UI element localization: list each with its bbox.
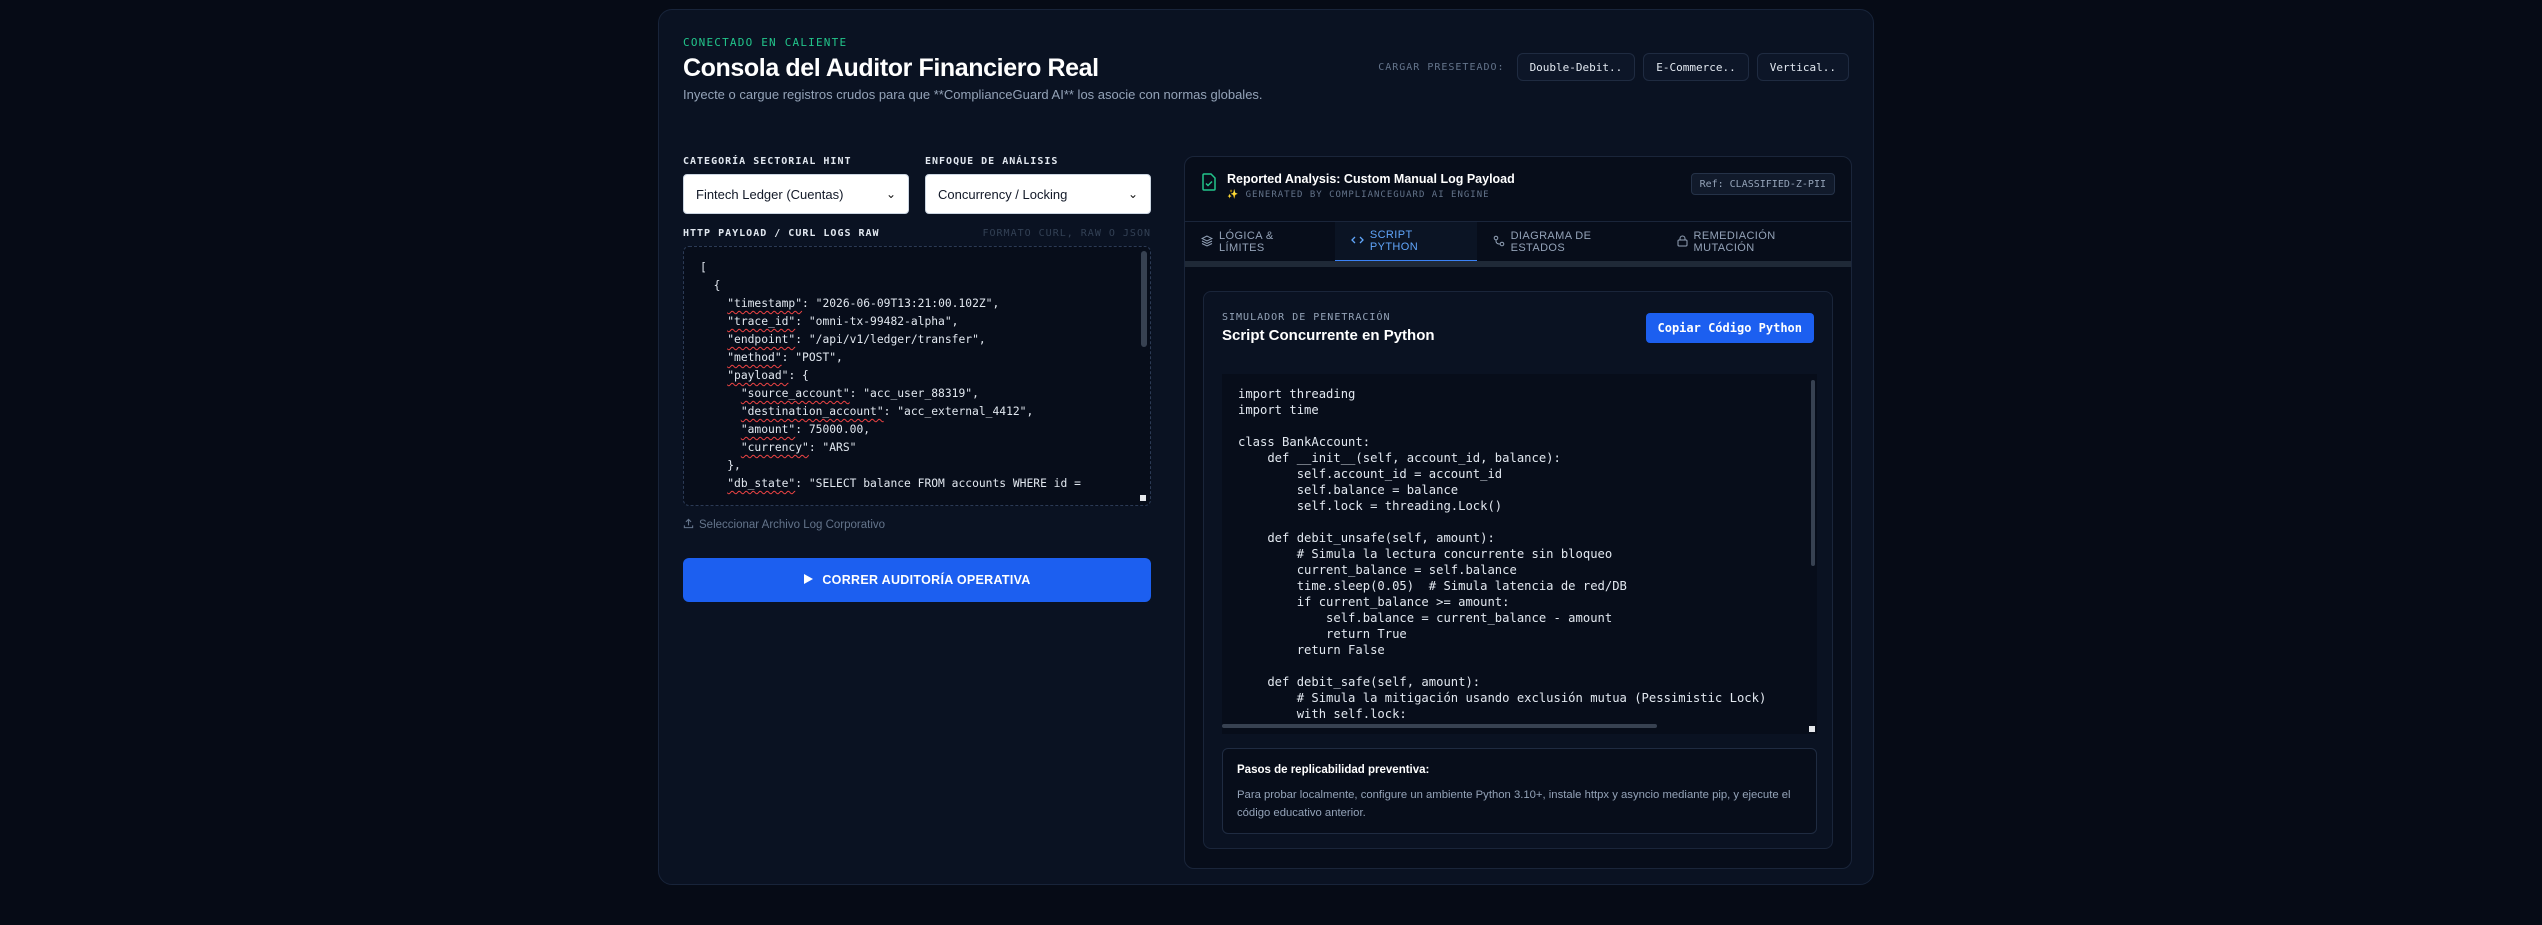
upload-log-link[interactable]: Seleccionar Archivo Log Corporativo [683,518,885,532]
tab-remediacion-mutacion[interactable]: REMEDIACIÓN MUTACIÓN [1661,222,1851,262]
sector-label: CATEGORÍA SECTORIAL HINT [683,156,852,167]
resize-handle[interactable] [1140,495,1146,501]
console-shell: CONECTADO EN CALIENTE Consola del Audito… [658,9,1874,885]
payload-header: HTTP PAYLOAD / CURL LOGS RAW FORMATO CUR… [683,228,1151,242]
panel-title: Reported Analysis: Custom Manual Log Pay… [1227,172,1515,186]
tab-diagrama-estados[interactable]: DIAGRAMA DE ESTADOS [1477,222,1661,262]
tab-script-python[interactable]: SCRIPT PYTHON [1334,222,1477,262]
panel-tabs: LÓGICA & LÍMITES SCRIPT PYTHON DIAGRAMA … [1185,221,1851,262]
connection-status: CONECTADO EN CALIENTE [683,36,848,49]
layers-icon [1200,234,1214,250]
tabs-scrollbar[interactable] [1185,261,1851,267]
route-icon [1493,235,1505,250]
simulator-kicker: SIMULADOR DE PENETRACIÓN [1222,312,1391,323]
sparkle-icon: ✨ [1227,190,1240,200]
tab-logica-limites[interactable]: LÓGICA & LÍMITES [1185,222,1335,262]
python-code: import threading import time class BankA… [1238,387,1767,721]
preset-bar: CARGAR PRESETEADO: Double-Debit.. E-Comm… [1378,53,1849,81]
upload-label: Seleccionar Archivo Log Corporativo [699,519,886,531]
document-check-icon [1201,173,1217,196]
ref-badge: Ref: CLASSIFIED-Z-PII [1690,173,1835,195]
focus-label: ENFOQUE DE ANÁLISIS [925,156,1059,167]
upload-icon [683,518,694,532]
steps-title: Pasos de replicabilidad preventiva: [1237,764,1430,776]
preset-button-e-commerce[interactable]: E-Commerce.. [1643,53,1749,81]
replicability-steps: Pasos de replicabilidad preventiva: Para… [1222,748,1817,834]
page-subtitle: Inyecte o cargue registros crudos para q… [683,87,1263,102]
payload-format-hint: FORMATO CURL, RAW O JSON [982,228,1151,239]
analysis-panel: Reported Analysis: Custom Manual Log Pay… [1184,156,1852,869]
copy-python-button[interactable]: Copiar Código Python [1645,313,1814,343]
chevron-down-icon: ⌄ [885,187,896,201]
simulator-title: Script Concurrente en Python [1222,327,1435,344]
code-icon [1350,234,1364,249]
code-resize-handle[interactable] [1809,726,1815,732]
preset-button-double-debit[interactable]: Double-Debit.. [1516,53,1636,81]
chevron-down-icon: ⌄ [1127,187,1138,201]
presets-label: CARGAR PRESETEADO: [1378,61,1505,73]
sector-select[interactable]: Fintech Ledger (Cuentas) ⌄ [683,174,909,214]
code-vertical-scrollbar[interactable] [1811,380,1815,566]
preset-button-vertical[interactable]: Vertical.. [1756,53,1849,81]
payload-textarea[interactable]: [ { "timestamp": "2026-06-09T13:21:00.10… [683,246,1151,506]
play-icon [803,573,814,588]
python-code-block[interactable]: import threading import time class BankA… [1222,374,1817,734]
panel-subtitle: ✨ GENERATED BY COMPLIANCEGUARD AI ENGINE [1227,190,1490,200]
focus-select[interactable]: Concurrency / Locking ⌄ [925,174,1151,214]
payload-label: HTTP PAYLOAD / CURL LOGS RAW [683,228,880,239]
lock-icon [1677,235,1688,250]
steps-body: Para probar localmente, configure un amb… [1237,789,1791,819]
payload-content: [ { "timestamp": "2026-06-09T13:21:00.10… [700,261,1081,490]
panel-header: Reported Analysis: Custom Manual Log Pay… [1185,157,1851,213]
payload-scrollbar[interactable] [1141,251,1147,347]
run-audit-label: CORRER AUDITORÍA OPERATIVA [822,573,1031,587]
simulator-card: SIMULADOR DE PENETRACIÓN Script Concurre… [1203,291,1833,849]
focus-select-value: Concurrency / Locking [938,186,1068,202]
page-title: Consola del Auditor Financiero Real [683,54,1099,82]
sector-select-value: Fintech Ledger (Cuentas) [696,186,844,202]
code-horizontal-scrollbar[interactable] [1222,724,1657,728]
run-audit-button[interactable]: CORRER AUDITORÍA OPERATIVA [683,558,1151,602]
